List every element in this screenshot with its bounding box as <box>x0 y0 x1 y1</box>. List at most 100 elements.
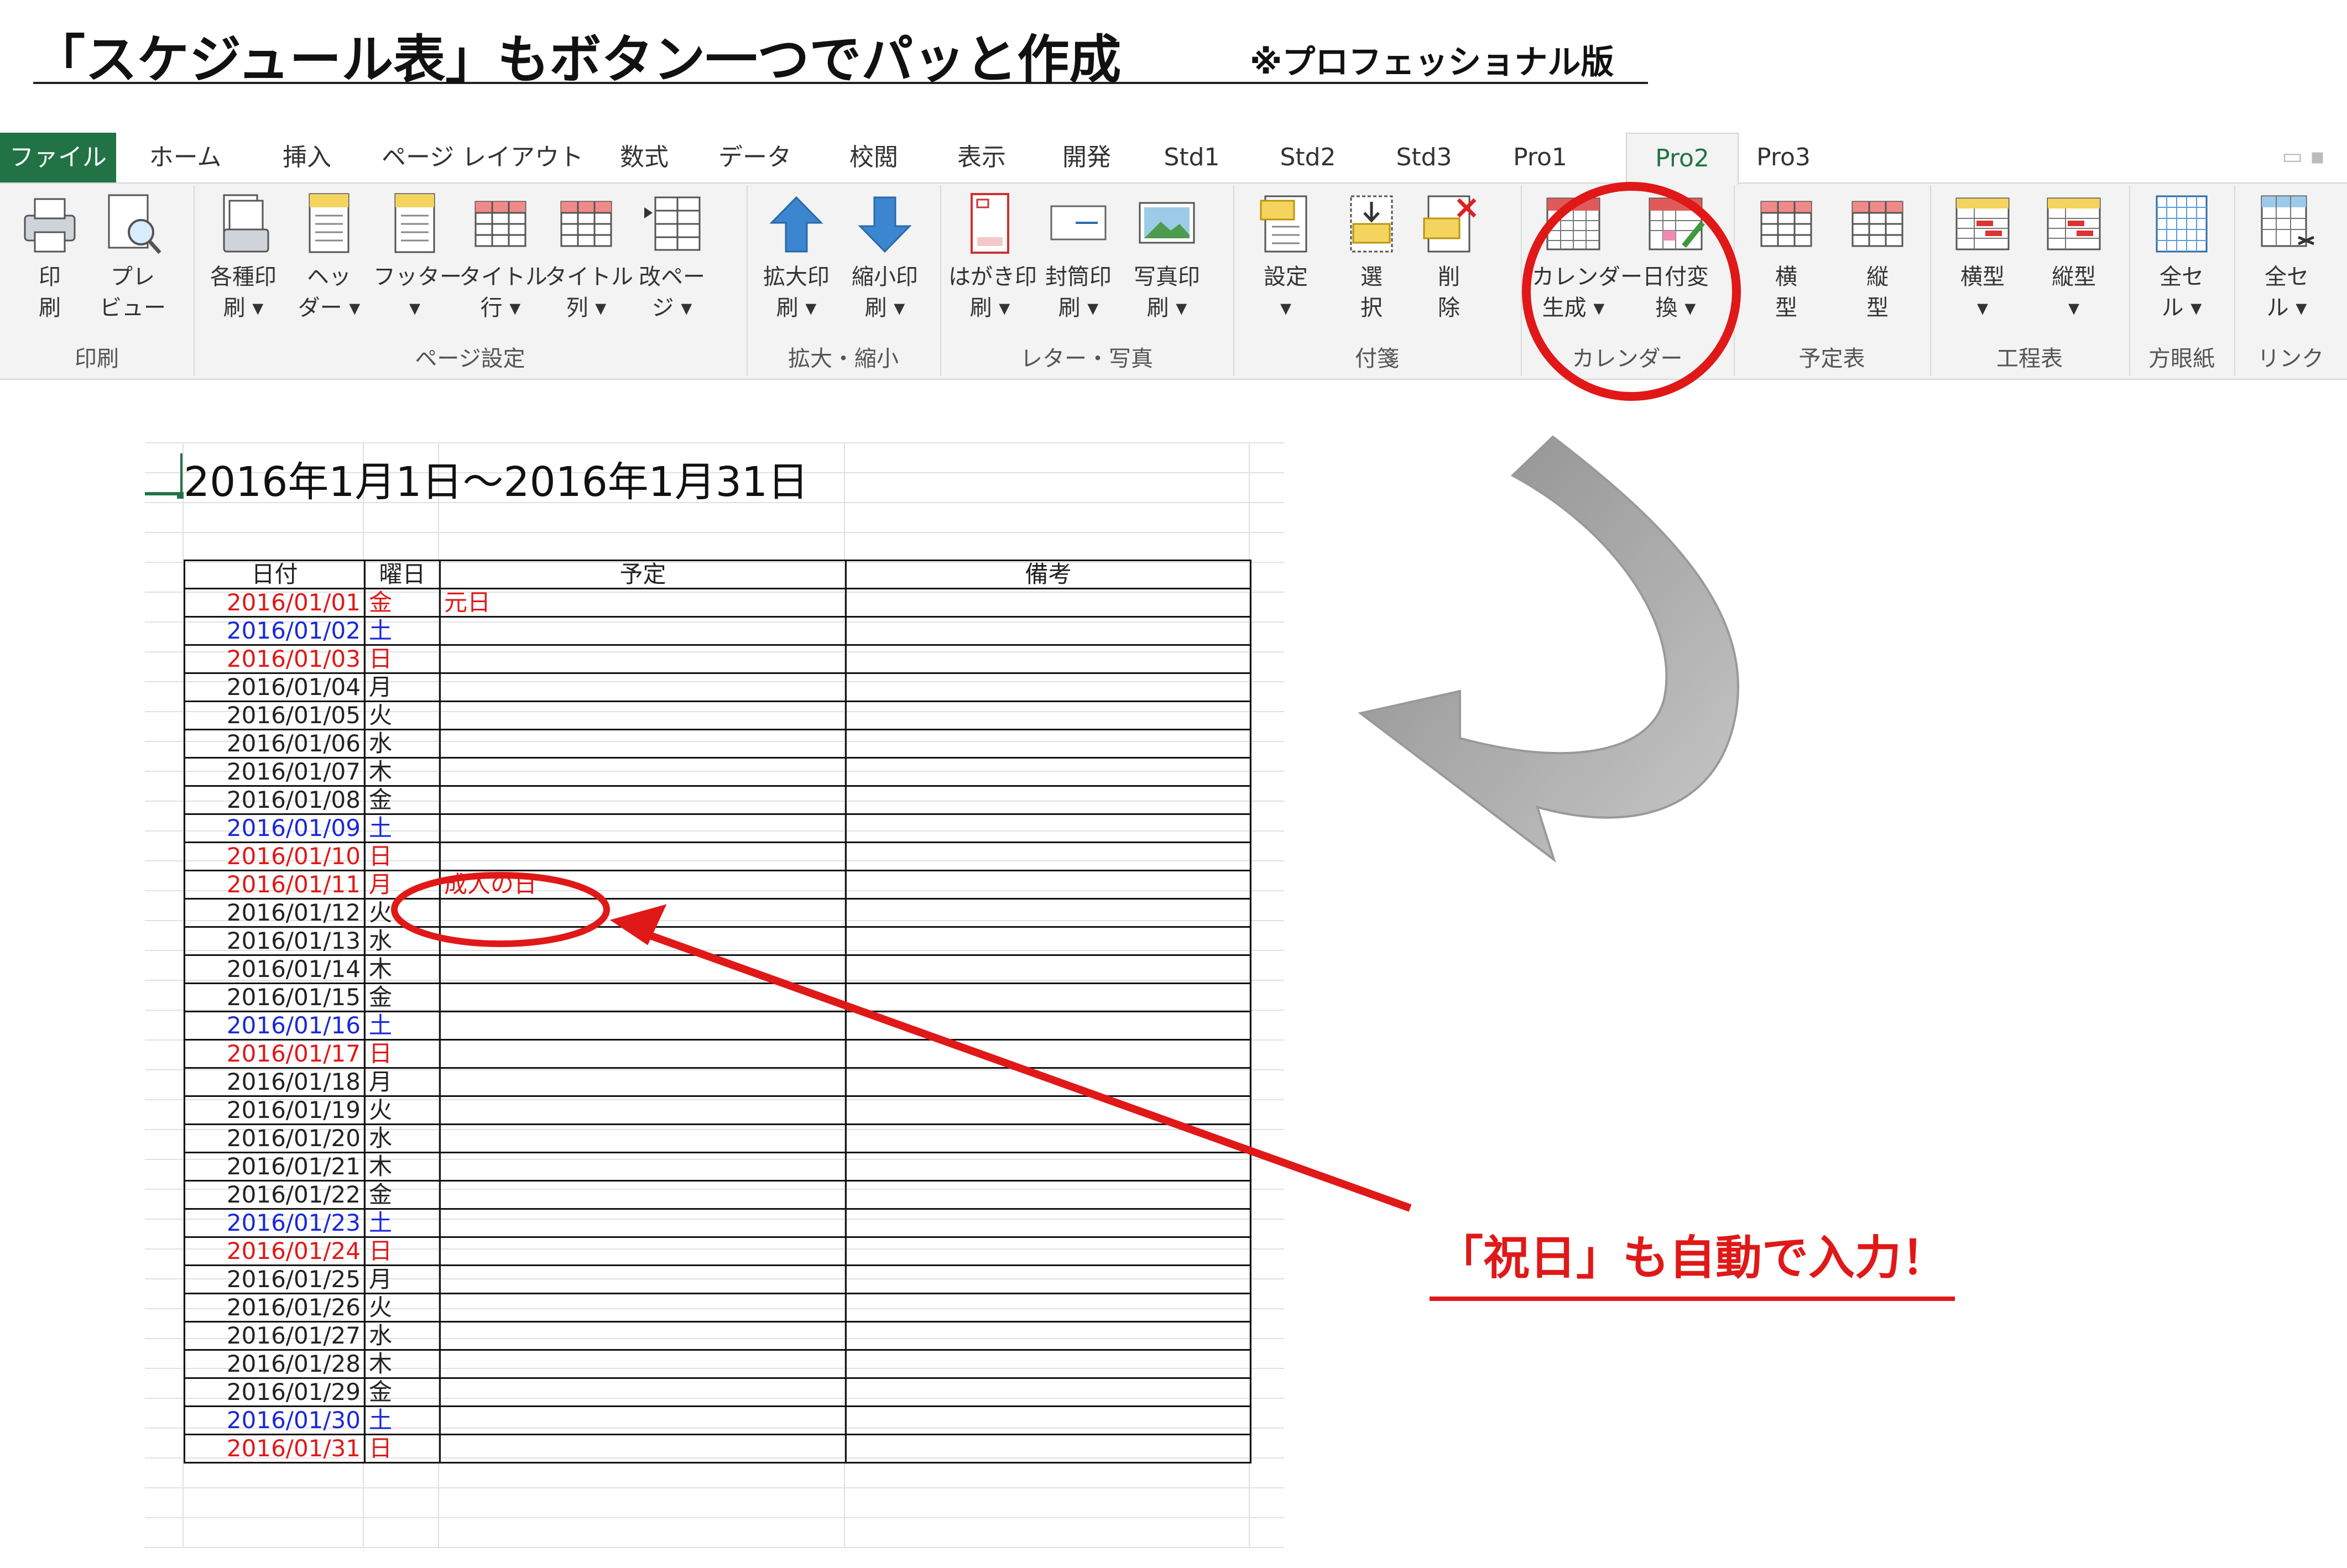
weekday-cell[interactable]: 金 <box>364 982 441 1012</box>
plan-cell[interactable] <box>439 813 847 843</box>
notes-cell[interactable] <box>845 1011 1251 1041</box>
plan-cell[interactable] <box>439 1434 847 1464</box>
notes-cell[interactable] <box>845 1434 1251 1464</box>
plan-cell[interactable] <box>439 1039 847 1069</box>
date-cell[interactable]: 2016/01/12 <box>184 898 366 928</box>
tab-2[interactable]: 挿入 <box>260 133 354 182</box>
weekday-cell[interactable]: 木 <box>364 1349 441 1379</box>
date-cell[interactable]: 2016/01/16 <box>184 1011 366 1041</box>
ribbon-button-3-0[interactable]: はがき印 刷 ▾ <box>948 191 1037 340</box>
plan-cell[interactable] <box>439 1067 847 1097</box>
ribbon-button-4-0[interactable]: 設定 ▾ <box>1244 191 1327 340</box>
date-cell[interactable]: 2016/01/04 <box>184 672 366 702</box>
ribbon-button-1-0[interactable]: 各種印 刷 ▾ <box>202 191 285 340</box>
weekday-cell[interactable]: 金 <box>364 1180 441 1210</box>
tab-0[interactable]: ファイル <box>0 133 116 182</box>
ribbon-button-3-2[interactable]: 写真印 刷 ▾ <box>1125 191 1208 340</box>
notes-cell[interactable] <box>845 1123 1251 1153</box>
sheet-title-cell[interactable]: 2016年1月1日～2016年1月31日 <box>184 449 809 508</box>
ribbon-button-7-1[interactable]: 縦型 ▾ <box>2032 191 2115 340</box>
weekday-cell[interactable]: 土 <box>364 813 441 843</box>
weekday-cell[interactable]: 火 <box>364 1293 441 1323</box>
notes-cell[interactable] <box>845 870 1251 900</box>
plan-cell[interactable] <box>439 1011 847 1041</box>
ribbon-button-0-0[interactable]: 印 刷 <box>8 191 91 340</box>
plan-cell[interactable] <box>439 954 847 984</box>
notes-cell[interactable] <box>845 1180 1251 1210</box>
plan-cell[interactable]: 元日 <box>439 588 847 618</box>
notes-cell[interactable] <box>845 1067 1251 1097</box>
notes-cell[interactable] <box>845 842 1251 871</box>
notes-cell[interactable] <box>845 757 1251 787</box>
ribbon-button-1-3[interactable]: タイトル 行 ▾ <box>459 191 547 340</box>
weekday-cell[interactable]: 月 <box>364 1264 441 1294</box>
tab-10[interactable]: Std2 <box>1266 133 1349 182</box>
ribbon-button-2-1[interactable]: 縮小印 刷 ▾ <box>843 191 926 340</box>
tab-5[interactable]: データ <box>708 133 802 182</box>
plan-cell[interactable] <box>439 1349 847 1379</box>
plan-cell[interactable] <box>439 616 847 646</box>
weekday-cell[interactable]: 木 <box>364 954 441 984</box>
ribbon-button-6-0[interactable]: 横 型 <box>1745 191 1828 340</box>
weekday-cell[interactable]: 火 <box>364 898 441 928</box>
plan-cell[interactable] <box>439 644 847 674</box>
plan-cell[interactable] <box>439 1095 847 1125</box>
date-cell[interactable]: 2016/01/31 <box>184 1434 366 1464</box>
date-cell[interactable]: 2016/01/26 <box>184 1293 366 1323</box>
notes-cell[interactable] <box>845 588 1251 618</box>
plan-cell[interactable] <box>439 1321 847 1351</box>
date-cell[interactable]: 2016/01/28 <box>184 1349 366 1379</box>
date-cell[interactable]: 2016/01/22 <box>184 1180 366 1210</box>
plan-cell[interactable] <box>439 926 847 956</box>
weekday-cell[interactable]: 木 <box>364 1152 441 1182</box>
ribbon-button-2-0[interactable]: 拡大印 刷 ▾ <box>755 191 838 340</box>
ribbon-button-8-0[interactable]: 全セ ル ▾ <box>2140 191 2223 340</box>
plan-cell[interactable] <box>439 672 847 702</box>
weekday-cell[interactable]: 水 <box>364 729 441 759</box>
ribbon-button-4-1[interactable]: 選 択 <box>1330 191 1413 340</box>
date-cell[interactable]: 2016/01/24 <box>184 1236 366 1266</box>
date-cell[interactable]: 2016/01/25 <box>184 1264 366 1294</box>
ribbon-button-5-0[interactable]: カレンダー 生成 ▾ <box>1532 191 1642 340</box>
plan-cell[interactable] <box>439 1293 847 1323</box>
date-cell[interactable]: 2016/01/03 <box>184 644 366 674</box>
plan-cell[interactable] <box>439 1264 847 1294</box>
plan-cell[interactable] <box>439 1236 847 1266</box>
plan-cell[interactable] <box>439 1208 847 1238</box>
weekday-cell[interactable]: 月 <box>364 672 441 702</box>
ribbon-button-5-1[interactable]: 日付変 換 ▾ <box>1634 191 1717 340</box>
weekday-cell[interactable]: 金 <box>364 588 441 618</box>
notes-cell[interactable] <box>845 1039 1251 1069</box>
notes-cell[interactable] <box>845 1208 1251 1238</box>
notes-cell[interactable] <box>845 1152 1251 1182</box>
date-cell[interactable]: 2016/01/21 <box>184 1152 366 1182</box>
date-cell[interactable]: 2016/01/09 <box>184 813 366 843</box>
tab-7[interactable]: 表示 <box>935 133 1029 182</box>
tab-1[interactable]: ホーム <box>127 133 243 182</box>
ribbon-button-1-1[interactable]: ヘッ ダー ▾ <box>288 191 371 340</box>
plan-cell[interactable] <box>439 757 847 787</box>
header-notes[interactable]: 備考 <box>845 560 1251 589</box>
tab-12[interactable]: Pro1 <box>1499 133 1582 182</box>
tab-3[interactable]: ページ レイアウト <box>382 133 583 182</box>
weekday-cell[interactable]: 土 <box>364 1011 441 1041</box>
date-cell[interactable]: 2016/01/17 <box>184 1039 366 1069</box>
plan-cell[interactable] <box>439 1123 847 1153</box>
ribbon-button-7-0[interactable]: 横型 ▾ <box>1941 191 2024 340</box>
weekday-cell[interactable]: 火 <box>364 1095 441 1125</box>
weekday-cell[interactable]: 金 <box>364 1377 441 1407</box>
ribbon-button-9-0[interactable]: 全セ ル ▾ <box>2245 191 2328 340</box>
notes-cell[interactable] <box>845 644 1251 674</box>
tab-6[interactable]: 校閲 <box>830 133 918 182</box>
date-cell[interactable]: 2016/01/02 <box>184 616 366 646</box>
notes-cell[interactable] <box>845 1236 1251 1266</box>
date-cell[interactable]: 2016/01/08 <box>184 785 366 815</box>
weekday-cell[interactable]: 月 <box>364 1067 441 1097</box>
notes-cell[interactable] <box>845 926 1251 956</box>
weekday-cell[interactable]: 金 <box>364 785 441 815</box>
ribbon-button-3-1[interactable]: 封筒印 刷 ▾ <box>1037 191 1120 340</box>
plan-cell[interactable]: 成人の日 <box>439 870 847 900</box>
notes-cell[interactable] <box>845 1095 1251 1125</box>
plan-cell[interactable] <box>439 701 847 730</box>
notes-cell[interactable] <box>845 729 1251 759</box>
